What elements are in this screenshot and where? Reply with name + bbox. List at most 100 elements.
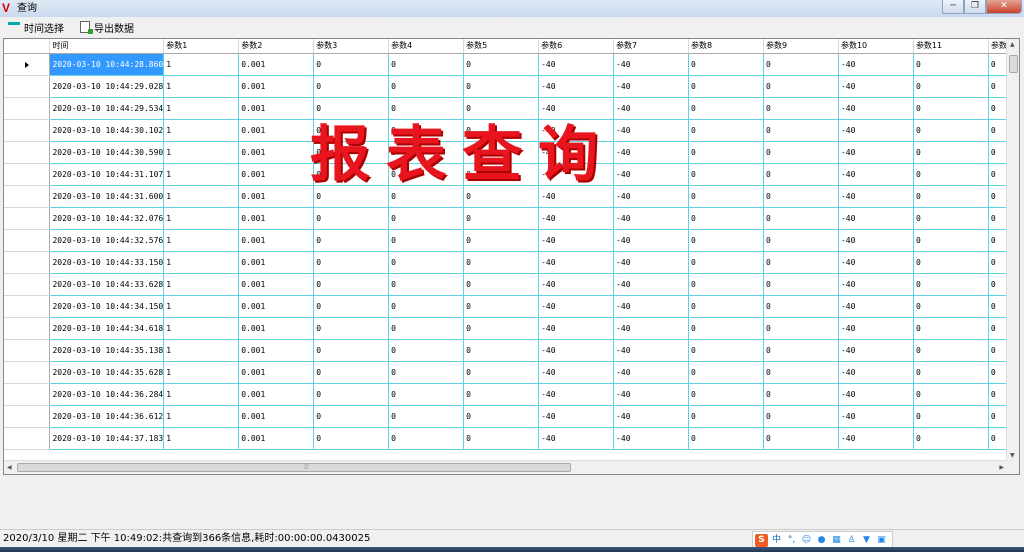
- value-cell[interactable]: 0: [763, 251, 839, 274]
- time-cell[interactable]: 2020-03-10 10:44:32.076: [49, 207, 165, 230]
- column-header[interactable]: 参数4: [388, 39, 465, 54]
- time-cell[interactable]: 2020-03-10 10:44:35.628: [49, 361, 165, 384]
- value-cell[interactable]: 0: [763, 295, 839, 318]
- value-cell[interactable]: 0: [763, 97, 839, 120]
- value-cell[interactable]: 0: [763, 75, 839, 98]
- value-cell[interactable]: 0.001: [238, 185, 315, 208]
- value-cell[interactable]: 0: [688, 185, 764, 208]
- value-cell[interactable]: -40: [538, 273, 615, 296]
- value-cell[interactable]: -40: [838, 251, 914, 274]
- vertical-scrollbar[interactable]: ▲ ▼: [1006, 39, 1019, 461]
- value-cell[interactable]: -40: [613, 273, 690, 296]
- value-cell[interactable]: 0: [388, 317, 465, 340]
- value-cell[interactable]: 0: [463, 75, 540, 98]
- value-cell[interactable]: 0: [463, 427, 540, 450]
- time-cell[interactable]: 2020-03-10 10:44:29.534: [49, 97, 165, 120]
- table-row[interactable]: 2020-03-10 10:44:29.534 1 0.001 0 0 0 -40 -40 0 0…: [4, 97, 1019, 120]
- value-cell[interactable]: 1: [163, 361, 240, 384]
- value-cell[interactable]: 0: [313, 97, 390, 120]
- value-cell[interactable]: 0: [388, 383, 465, 406]
- value-cell[interactable]: 0: [463, 229, 540, 252]
- time-cell[interactable]: 2020-03-10 10:44:34.150: [49, 295, 165, 318]
- sogou-logo-icon[interactable]: S: [755, 533, 768, 547]
- table-row[interactable]: 2020-03-10 10:44:33.150 1 0.001 0 0 0 -40 -40 0 0…: [4, 251, 1019, 274]
- value-cell[interactable]: 0: [688, 163, 764, 186]
- grid-icon[interactable]: ▣: [875, 534, 888, 547]
- value-cell[interactable]: -40: [538, 207, 615, 230]
- value-cell[interactable]: 0: [313, 317, 390, 340]
- value-cell[interactable]: 0: [313, 405, 390, 428]
- row-header[interactable]: [4, 141, 51, 164]
- column-header[interactable]: 参数8: [688, 39, 764, 54]
- value-cell[interactable]: 0: [913, 97, 989, 120]
- value-cell[interactable]: 1: [163, 317, 240, 340]
- table-row[interactable]: 2020-03-10 10:44:34.150 1 0.001 0 0 0 -40 -40 0 0…: [4, 295, 1019, 318]
- row-header[interactable]: [4, 339, 51, 362]
- row-header[interactable]: [4, 295, 51, 318]
- smiley-icon[interactable]: ☺: [800, 534, 813, 547]
- value-cell[interactable]: 0: [313, 339, 390, 362]
- value-cell[interactable]: 0: [388, 361, 465, 384]
- value-cell[interactable]: 0.001: [238, 75, 315, 98]
- value-cell[interactable]: 1: [163, 229, 240, 252]
- row-header[interactable]: [4, 361, 51, 384]
- time-cell[interactable]: 2020-03-10 10:44:30.590: [49, 141, 165, 164]
- value-cell[interactable]: 0: [913, 185, 989, 208]
- value-cell[interactable]: -40: [838, 383, 914, 406]
- value-cell[interactable]: 0: [763, 361, 839, 384]
- value-cell[interactable]: 0: [388, 251, 465, 274]
- table-row[interactable]: 2020-03-10 10:44:28.860 1 0.001 0 0 0 -40 -40 0 0…: [4, 53, 1019, 76]
- value-cell[interactable]: 0: [913, 383, 989, 406]
- row-header[interactable]: [4, 229, 51, 252]
- value-cell[interactable]: -40: [838, 295, 914, 318]
- time-cell[interactable]: 2020-03-10 10:44:30.102: [49, 119, 165, 142]
- row-header[interactable]: [4, 75, 51, 98]
- row-header[interactable]: [4, 427, 51, 450]
- value-cell[interactable]: 0: [313, 361, 390, 384]
- value-cell[interactable]: 0.001: [238, 97, 315, 120]
- column-header[interactable]: 参数2: [238, 39, 315, 54]
- value-cell[interactable]: 0: [763, 53, 839, 76]
- shirt-icon[interactable]: ▼: [860, 534, 873, 547]
- time-cell[interactable]: 2020-03-10 10:44:35.138: [49, 339, 165, 362]
- value-cell[interactable]: 0: [313, 383, 390, 406]
- value-cell[interactable]: 0.001: [238, 229, 315, 252]
- value-cell[interactable]: 1: [163, 163, 240, 186]
- table-row[interactable]: 2020-03-10 10:44:35.628 1 0.001 0 0 0 -40 -40 0 0…: [4, 361, 1019, 384]
- table-row[interactable]: 2020-03-10 10:44:36.284 1 0.001 0 0 0 -40 -40 0 0…: [4, 383, 1019, 406]
- value-cell[interactable]: 0: [463, 339, 540, 362]
- value-cell[interactable]: -40: [613, 427, 690, 450]
- time-cell[interactable]: 2020-03-10 10:44:36.612: [49, 405, 165, 428]
- value-cell[interactable]: 0: [463, 273, 540, 296]
- time-cell[interactable]: 2020-03-10 10:44:34.618: [49, 317, 165, 340]
- value-cell[interactable]: 0: [763, 383, 839, 406]
- value-cell[interactable]: 0: [688, 361, 764, 384]
- microphone-icon[interactable]: ●: [815, 534, 828, 547]
- time-cell[interactable]: 2020-03-10 10:44:32.576: [49, 229, 165, 252]
- column-header[interactable]: 参数3: [313, 39, 390, 54]
- value-cell[interactable]: -40: [613, 185, 690, 208]
- value-cell[interactable]: 0: [913, 317, 989, 340]
- scroll-left-icon[interactable]: ◀: [7, 464, 12, 471]
- value-cell[interactable]: 0: [388, 339, 465, 362]
- value-cell[interactable]: 1: [163, 383, 240, 406]
- value-cell[interactable]: 0.001: [238, 427, 315, 450]
- punctuation-toggle[interactable]: °,: [785, 534, 798, 547]
- value-cell[interactable]: 0: [463, 251, 540, 274]
- row-header[interactable]: [4, 97, 51, 120]
- value-cell[interactable]: -40: [613, 141, 690, 164]
- value-cell[interactable]: 0: [388, 295, 465, 318]
- value-cell[interactable]: -40: [838, 97, 914, 120]
- value-cell[interactable]: 0: [913, 405, 989, 428]
- time-select-button[interactable]: 时间选择: [8, 19, 64, 35]
- horizontal-scroll-thumb[interactable]: ⦙⦙⦙: [17, 463, 571, 472]
- value-cell[interactable]: 0: [463, 295, 540, 318]
- time-cell[interactable]: 2020-03-10 10:44:33.150: [49, 251, 165, 274]
- value-cell[interactable]: 0: [463, 97, 540, 120]
- value-cell[interactable]: -40: [538, 53, 615, 76]
- value-cell[interactable]: -40: [613, 383, 690, 406]
- value-cell[interactable]: 0: [913, 163, 989, 186]
- row-header[interactable]: [4, 405, 51, 428]
- scroll-up-icon[interactable]: ▲: [1010, 41, 1015, 48]
- value-cell[interactable]: -40: [613, 295, 690, 318]
